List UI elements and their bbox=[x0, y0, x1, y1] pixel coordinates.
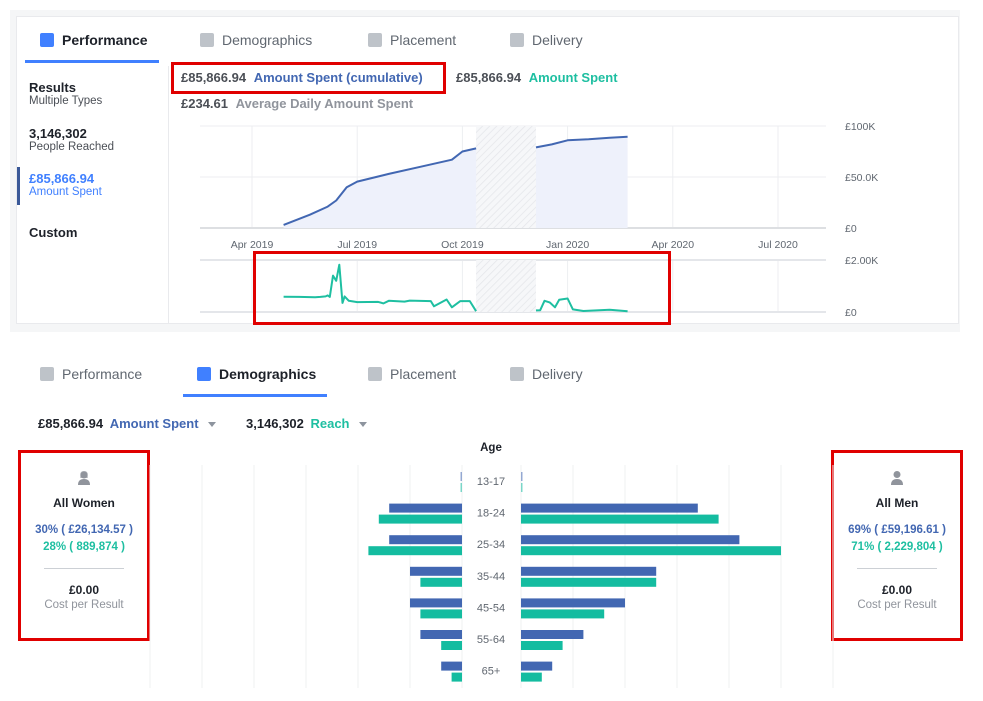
x-tick-label: Jul 2020 bbox=[758, 239, 798, 251]
active-tab-indicator bbox=[183, 394, 327, 397]
bar-women-spend bbox=[389, 503, 462, 513]
x-tick-label: Jan 2020 bbox=[546, 239, 589, 251]
age-category-label: 25-34 bbox=[477, 539, 505, 551]
bar-men-reach bbox=[521, 609, 605, 619]
age-category-label: 18-24 bbox=[477, 508, 505, 520]
bar-women-reach bbox=[368, 546, 462, 556]
bar-women-reach bbox=[420, 609, 462, 619]
people-icon bbox=[197, 367, 211, 381]
tab-delivery[interactable]: Delivery bbox=[510, 366, 583, 382]
spend-metric-selector[interactable]: £85,866.94 Amount Spent bbox=[38, 416, 217, 431]
age-category-label: 13-17 bbox=[477, 476, 505, 488]
age-category-label: 35-44 bbox=[477, 571, 505, 583]
tab-label: Placement bbox=[390, 366, 457, 382]
x-tick-label: Oct 2019 bbox=[441, 239, 484, 251]
y-tick-label: £50.0K bbox=[845, 172, 878, 184]
bar-men-spend bbox=[521, 630, 584, 639]
y-tick-label: £0 bbox=[845, 223, 857, 235]
y-tick-label: £2.00K bbox=[845, 255, 878, 267]
dropdown-caret-icon bbox=[208, 422, 217, 428]
tab-demographics[interactable]: Demographics bbox=[197, 366, 316, 382]
placement-icon bbox=[368, 367, 382, 381]
reach-selector-value: 3,146,302 bbox=[246, 416, 304, 431]
age-chart: Age 13-17 18-24 25-34 35-44 45-54 55-64 65+ bbox=[149, 442, 834, 688]
age-category-label: 45-54 bbox=[477, 602, 505, 614]
tab-placement[interactable]: Placement bbox=[368, 366, 456, 382]
bar-women-reach bbox=[451, 672, 462, 682]
bar-women-spend bbox=[441, 661, 462, 671]
age-category-label: 65+ bbox=[482, 666, 501, 678]
tab-performance[interactable]: Performance bbox=[40, 366, 142, 382]
age-category-label: 55-64 bbox=[477, 634, 505, 646]
bar-women-spend bbox=[420, 630, 462, 639]
bar-men-spend bbox=[521, 661, 553, 671]
reach-selector-label: Reach bbox=[310, 416, 350, 431]
x-tick-label: Jul 2019 bbox=[337, 239, 377, 251]
bar-women-spend bbox=[410, 566, 462, 576]
reach-metric-selector[interactable]: 3,146,302 Reach bbox=[246, 416, 368, 431]
spend-selector-label: Amount Spent bbox=[109, 416, 199, 431]
no-data-region bbox=[476, 126, 536, 228]
tab-label: Delivery bbox=[532, 366, 583, 382]
bar-women-reach bbox=[420, 577, 462, 587]
x-tick-label: Apr 2019 bbox=[231, 239, 274, 251]
bar-men-reach bbox=[521, 577, 657, 587]
bar-men-reach bbox=[521, 483, 523, 492]
bar-women-reach bbox=[441, 641, 462, 650]
bar-women-reach bbox=[378, 514, 462, 524]
age-axis-title: Age bbox=[480, 442, 502, 454]
bar-women-spend bbox=[389, 535, 462, 545]
cumulative-spend-area bbox=[536, 136, 628, 228]
bar-men-spend bbox=[521, 566, 657, 576]
tab-label: Demographics bbox=[219, 366, 317, 382]
bar-men-reach bbox=[521, 546, 781, 556]
spend-selector-value: £85,866.94 bbox=[38, 416, 104, 431]
bar-chart-icon bbox=[40, 367, 54, 381]
bar-women-spend bbox=[410, 598, 462, 608]
bar-men-spend bbox=[521, 598, 625, 608]
tab-label: Performance bbox=[62, 366, 143, 382]
bar-men-reach bbox=[521, 641, 563, 650]
bar-women-reach bbox=[460, 483, 462, 492]
bar-men-spend bbox=[521, 503, 698, 513]
y-tick-label: £0 bbox=[845, 307, 857, 319]
bar-men-reach bbox=[521, 514, 719, 524]
x-tick-label: Apr 2020 bbox=[651, 239, 694, 251]
bar-men-spend bbox=[521, 535, 740, 545]
bar-men-spend bbox=[521, 472, 523, 481]
bar-men-reach bbox=[521, 672, 542, 682]
bar-women-spend bbox=[460, 472, 462, 481]
line-chart-icon bbox=[510, 367, 524, 381]
annotation-box-daily-spend bbox=[253, 251, 671, 325]
y-tick-label: £100K bbox=[845, 121, 875, 133]
dropdown-caret-icon bbox=[359, 422, 368, 428]
